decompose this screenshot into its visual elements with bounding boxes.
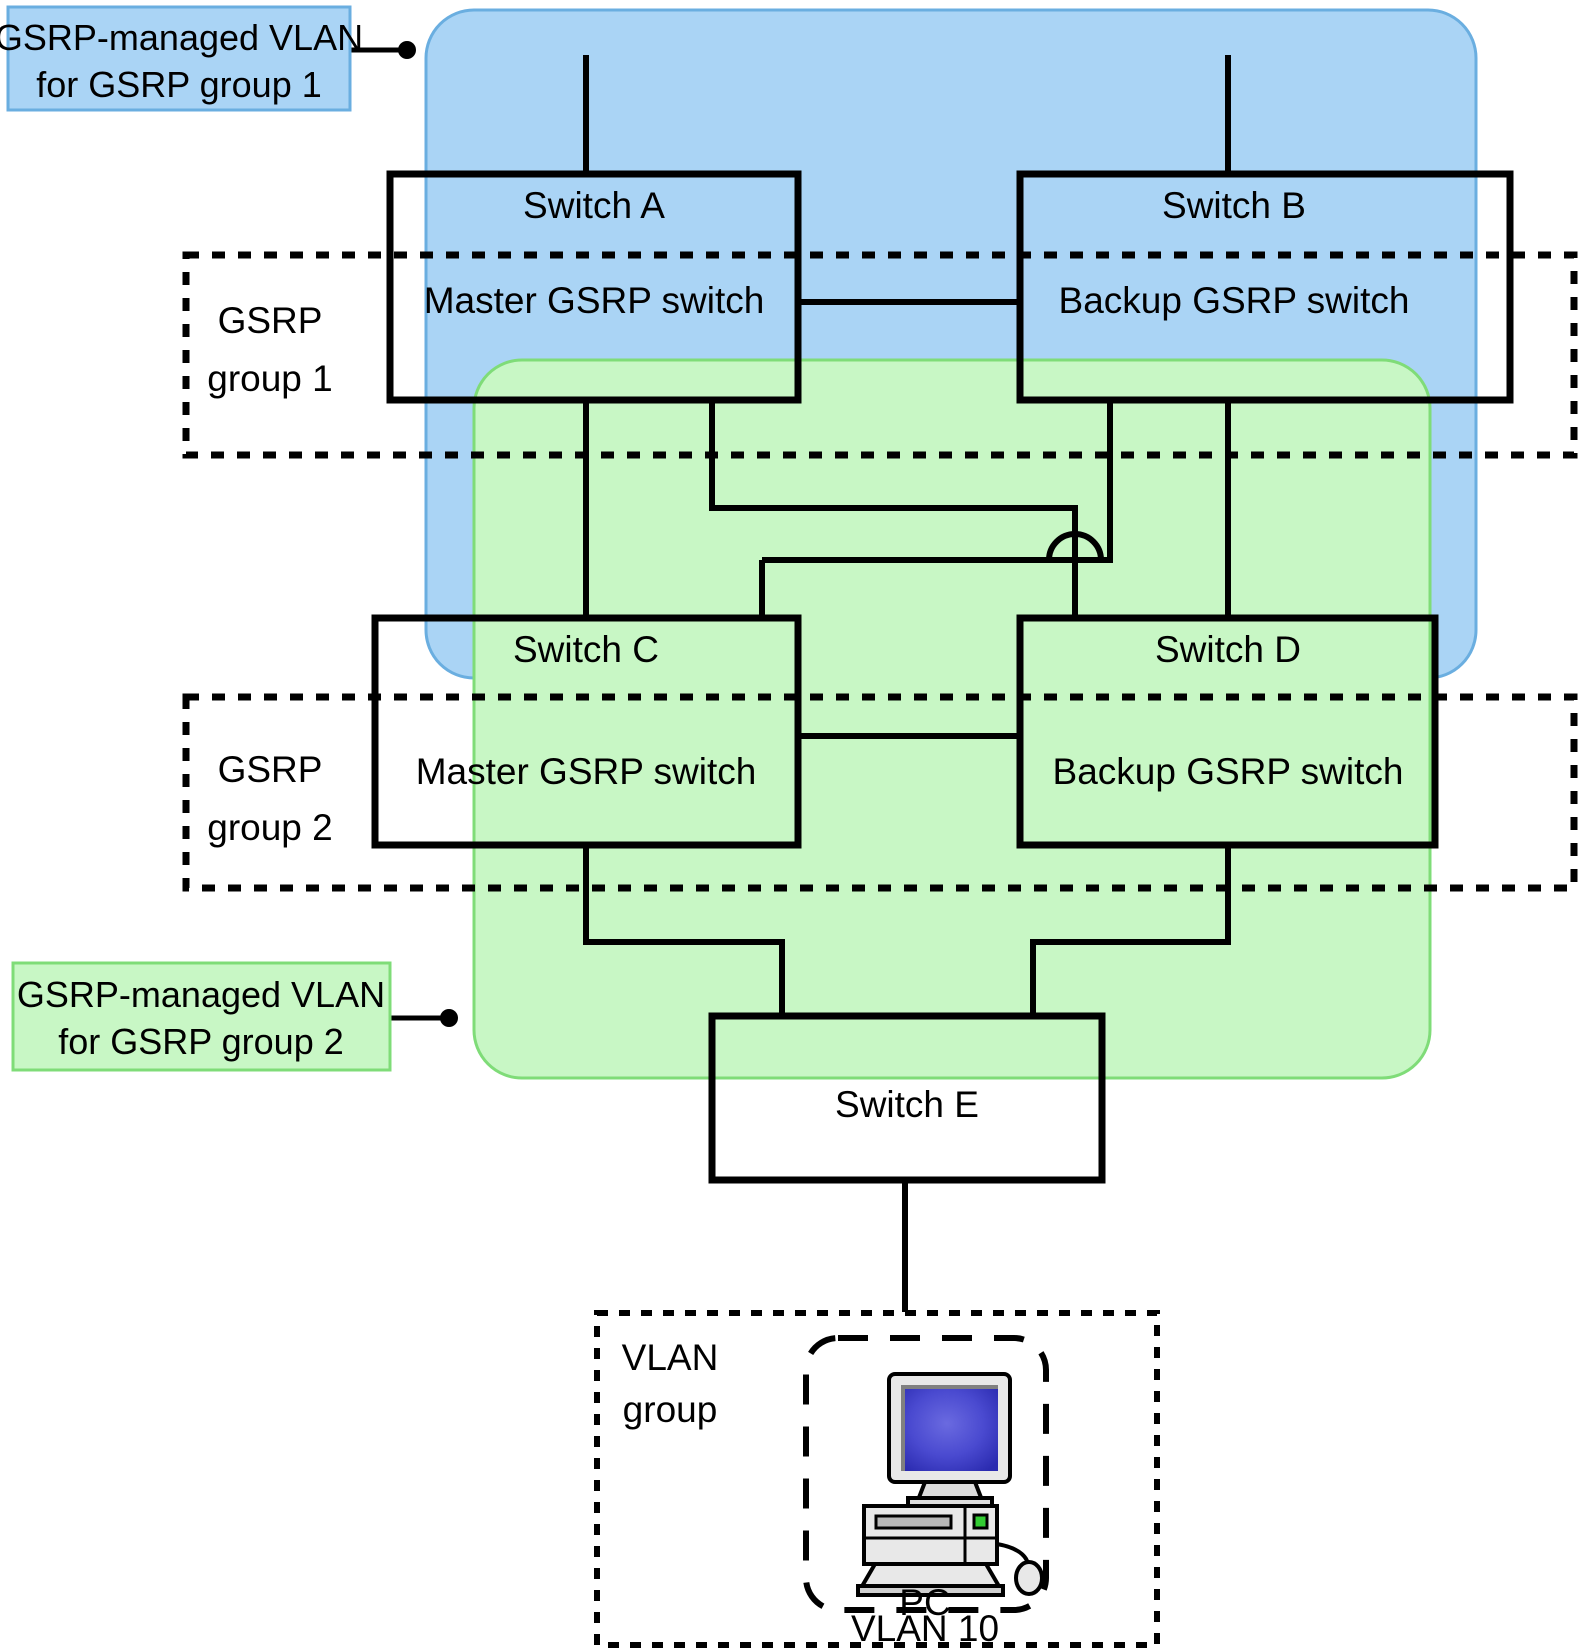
legend-group-2: GSRP-managed VLAN for GSRP group 2 (11, 961, 458, 1072)
gsrp-group-2-label-line1: GSRP (218, 749, 323, 790)
legend-group-1-line1: GSRP-managed VLAN (0, 17, 363, 58)
switch-d-name: Switch D (1155, 629, 1301, 670)
gsrp-group-1-label-line1: GSRP (218, 300, 323, 341)
network-topology-diagram: Switch A Master GSRP switch Switch B Bac… (0, 5, 1578, 1649)
legend-group-1: GSRP-managed VLAN for GSRP group 1 (0, 5, 416, 112)
switch-a-name: Switch A (523, 185, 665, 226)
vlan-group-label-line1: VLAN (622, 1337, 719, 1378)
switch-c-role: Master GSRP switch (416, 751, 757, 792)
switch-b-name: Switch B (1162, 185, 1306, 226)
legend-group-2-line2: for GSRP group 2 (58, 1021, 344, 1062)
diagram-canvas: Switch A Master GSRP switch Switch B Bac… (0, 0, 1581, 1650)
desktop-computer-icon (856, 1372, 1044, 1597)
switch-e-name: Switch E (835, 1084, 979, 1125)
gsrp-group-1-label-line2: group 1 (207, 358, 333, 399)
vlan-group2-region (472, 358, 1432, 1080)
vlan-group-label-line2: group (623, 1389, 718, 1430)
legend-group-1-leader-dot (398, 41, 416, 59)
switch-a-role: Master GSRP switch (424, 280, 765, 321)
vlan-group: VLAN group (594, 1310, 1160, 1648)
legend-group-1-line2: for GSRP group 1 (36, 64, 322, 105)
switch-c-name: Switch C (513, 629, 659, 670)
gsrp-group-1-label: GSRP group 1 (207, 300, 333, 399)
legend-group-2-line1: GSRP-managed VLAN (17, 974, 385, 1015)
gsrp-group-2-label: GSRP group 2 (207, 749, 333, 848)
switch-b-role: Backup GSRP switch (1059, 280, 1410, 321)
pc-text-vlan: VLAN 10 (851, 1608, 999, 1649)
legend-group-2-leader-dot (440, 1009, 458, 1027)
switch-d-role: Backup GSRP switch (1053, 751, 1404, 792)
gsrp-group-2-label-line2: group 2 (207, 807, 333, 848)
